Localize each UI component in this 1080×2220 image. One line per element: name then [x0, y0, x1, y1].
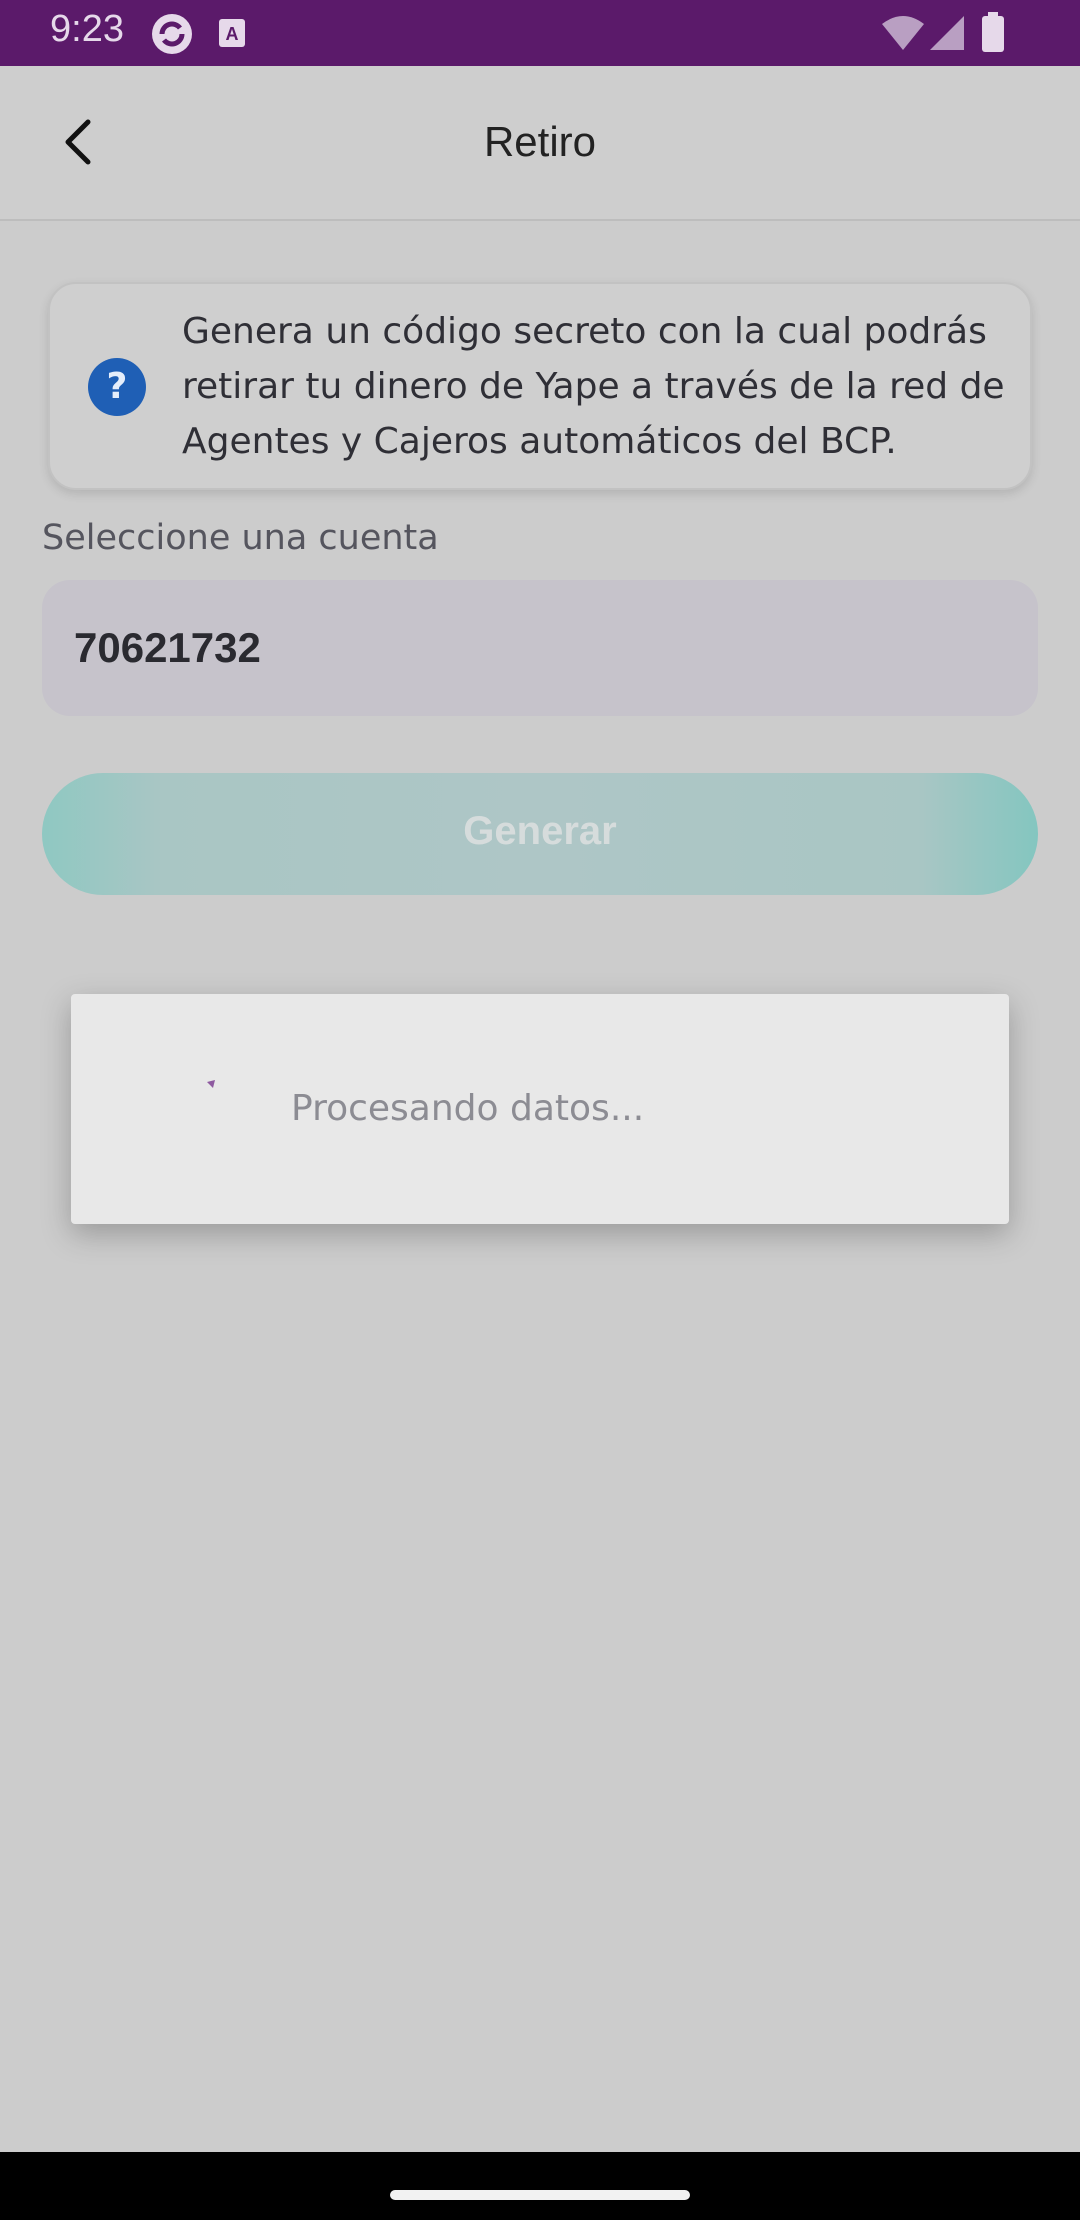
navigation-bar	[0, 2152, 1080, 2220]
account-select[interactable]: 70621732	[42, 580, 1038, 716]
generate-button-label: Generar	[463, 809, 617, 853]
generate-button[interactable]: Generar	[42, 773, 1038, 895]
account-label: Seleccione una cuenta	[42, 518, 439, 558]
help-icon[interactable]: ?	[88, 358, 146, 416]
home-indicator[interactable]	[390, 2190, 690, 2200]
info-text: Genera un código secreto con la cual pod…	[182, 311, 1005, 462]
account-value: 70621732	[74, 624, 261, 671]
processing-text: Procesando datos...	[291, 1088, 645, 1129]
sync-app-icon	[150, 12, 194, 61]
info-card: ? Genera un código secreto con la cual p…	[48, 282, 1032, 490]
app-bar: Retiro	[0, 66, 1080, 221]
loading-spinner-icon	[191, 1070, 231, 1110]
status-time: 9:23	[50, 8, 124, 50]
page-title: Retiro	[483, 118, 597, 165]
processing-dialog: Procesando datos...	[71, 994, 1009, 1224]
help-icon-glyph: ?	[106, 366, 128, 407]
signal-icon	[928, 14, 968, 57]
keyboard-a-icon: A	[218, 18, 246, 53]
status-bar: 9:23 A	[0, 0, 1080, 66]
battery-icon	[980, 12, 1006, 57]
svg-text:A: A	[226, 24, 239, 44]
wifi-icon	[880, 14, 926, 57]
